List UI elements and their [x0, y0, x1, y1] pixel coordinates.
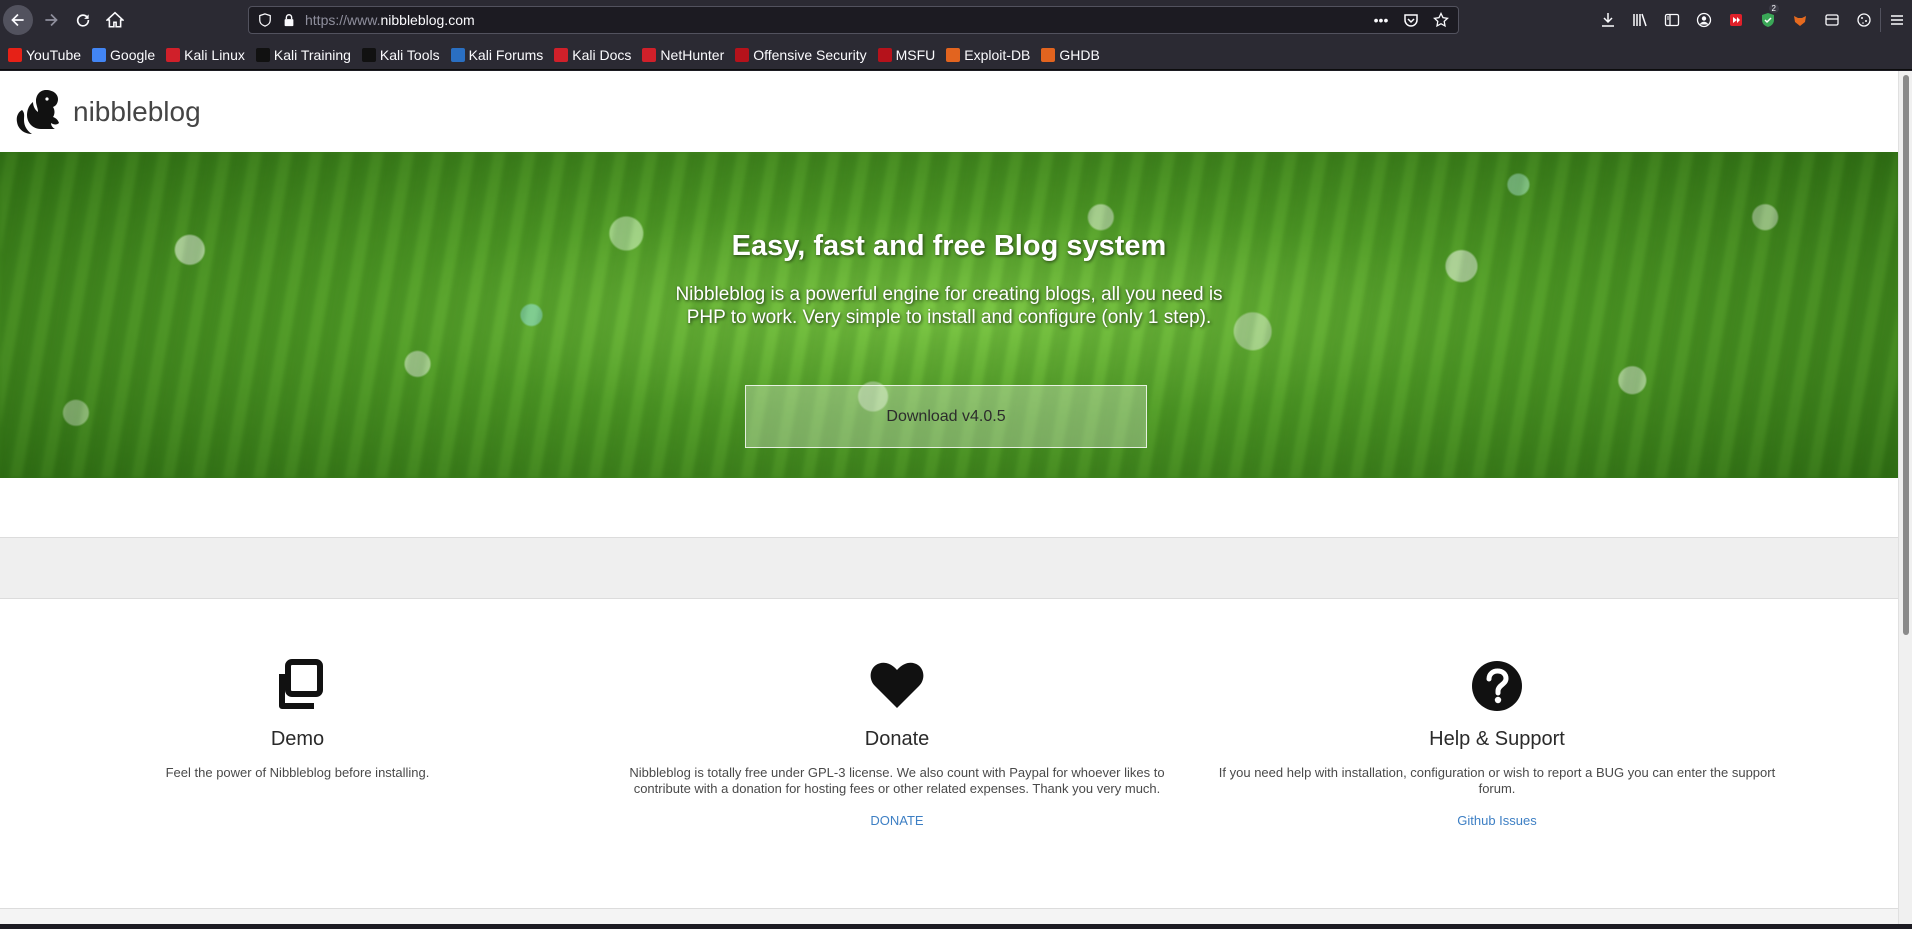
bookmark-favicon-icon	[877, 47, 892, 62]
bookmark-label: NetHunter	[660, 46, 725, 63]
feature-demo-title[interactable]: Demo	[140, 728, 455, 751]
feature-donate: Donate Nibbleblog is totally free under …	[614, 656, 1180, 830]
account-icon[interactable]	[1688, 8, 1720, 32]
feature-help: Help & Support If you need help with ins…	[1216, 656, 1778, 830]
home-icon	[106, 11, 124, 28]
feature-help-text: If you need help with installation, conf…	[1218, 765, 1776, 796]
bookmark-kali-forums[interactable]: Kali Forums	[450, 46, 544, 63]
question-circle-icon[interactable]	[1467, 656, 1527, 716]
site-title[interactable]: nibbleblog	[73, 96, 201, 128]
bookmark-label: MSFU	[895, 46, 936, 63]
extension-cookie-icon[interactable]	[1848, 8, 1880, 32]
bookmark-kali-linux[interactable]: Kali Linux	[166, 47, 245, 63]
bookmark-kali-training[interactable]: Kali Training	[255, 46, 351, 63]
copy-icon[interactable]	[268, 656, 328, 716]
page-scrollbar[interactable]	[1898, 71, 1912, 924]
bookmark-label: Exploit-DB	[964, 46, 1031, 63]
pocket-icon[interactable]	[1402, 11, 1420, 29]
download-button[interactable]: Download v4.0.5	[745, 385, 1147, 448]
bookmark-favicon-icon	[554, 47, 569, 62]
bookmark-exploit-db[interactable]: Exploit-DB	[946, 47, 1030, 63]
bookmark-google[interactable]: Google	[92, 47, 155, 63]
arrow-left-icon	[11, 13, 24, 27]
bookmark-favicon-icon	[361, 47, 376, 62]
bookmark-ghdb[interactable]: GHDB	[1041, 46, 1100, 63]
window-bottom-edge	[0, 924, 1912, 929]
bookmark-label: Kali Linux	[184, 46, 245, 63]
feature-help-title[interactable]: Help & Support	[1216, 728, 1778, 751]
feature-demo-text: Feel the power of Nibbleblog before inst…	[165, 765, 430, 780]
bookmark-favicon-icon	[735, 47, 750, 62]
donate-link[interactable]: DONATE	[870, 813, 923, 828]
bookmark-star-icon[interactable]	[1432, 11, 1450, 29]
bookmark-label: Offensive Security	[753, 46, 867, 63]
bookmark-label: GHDB	[1059, 46, 1100, 63]
bookmark-favicon-icon	[642, 47, 657, 62]
bookmark-favicon-icon	[946, 47, 961, 62]
heart-icon[interactable]	[867, 656, 927, 716]
forward-button[interactable]	[36, 5, 66, 35]
extension-badge: 2	[1768, 4, 1779, 13]
bookmark-youtube[interactable]: YouTube	[8, 47, 81, 63]
sidebar-icon[interactable]	[1656, 8, 1688, 32]
arrow-right-icon	[45, 13, 58, 27]
feature-donate-text: Nibbleblog is totally free under GPL-3 l…	[629, 765, 1165, 796]
bookmark-kali-tools[interactable]: Kali Tools	[361, 46, 440, 63]
reload-button[interactable]	[68, 5, 98, 35]
library-icon[interactable]	[1624, 8, 1656, 32]
scrollbar-thumb[interactable]	[1903, 75, 1909, 635]
back-button[interactable]	[3, 5, 33, 35]
bookmark-favicon-icon	[166, 47, 181, 62]
bookmark-favicon-icon	[450, 47, 465, 62]
home-button[interactable]	[100, 5, 130, 35]
page-viewport: nibbleblog Easy, fast and free Blog syst…	[0, 71, 1898, 924]
address-bar[interactable]: https://www.nibbleblog.com •••	[248, 6, 1459, 34]
hero-subtitle: Nibbleblog is a powerful engine for crea…	[675, 284, 1223, 328]
url-text[interactable]: https://www.nibbleblog.com	[305, 12, 475, 28]
bookmark-label: Kali Tools	[379, 46, 440, 63]
page-actions-icon[interactable]: •••	[1372, 11, 1390, 29]
bookmark-favicon-icon	[92, 47, 107, 62]
site-header: nibbleblog	[0, 71, 1898, 152]
bookmark-kali-docs[interactable]: Kali Docs	[554, 47, 631, 63]
bookmark-label: Google	[110, 46, 156, 63]
bookmarks-toolbar: YouTube Google Kali Linux Kali Training Kali…	[0, 40, 1912, 70]
extension-container-icon[interactable]	[1816, 8, 1848, 32]
browser-toolbar: https://www.nibbleblog.com ••• 2	[0, 0, 1912, 40]
bookmark-label: YouTube	[26, 46, 82, 63]
bookmark-favicon-icon	[1041, 47, 1056, 62]
extension-fox-icon[interactable]	[1784, 8, 1816, 32]
extension-red-icon[interactable]	[1720, 8, 1752, 32]
squirrel-logo-icon[interactable]	[16, 86, 62, 138]
feature-donate-title[interactable]: Donate	[614, 728, 1180, 751]
feature-demo: Demo Feel the power of Nibbleblog before…	[140, 656, 455, 781]
lock-icon[interactable]	[281, 12, 297, 28]
bookmark-nethunter[interactable]: NetHunter	[642, 47, 724, 63]
github-issues-link[interactable]: Github Issues	[1457, 813, 1537, 828]
menu-icon[interactable]	[1880, 8, 1912, 32]
tracking-shield-icon[interactable]	[257, 12, 273, 28]
extension-shield-icon[interactable]: 2	[1752, 4, 1784, 32]
bookmark-favicon-icon	[8, 47, 22, 62]
bookmark-label: Kali Docs	[572, 46, 632, 63]
reload-icon	[76, 14, 90, 27]
bookmark-label: Kali Training	[273, 46, 351, 63]
gray-band	[0, 537, 1898, 599]
bookmark-offensive-security[interactable]: Offensive Security	[735, 46, 867, 63]
downloads-icon[interactable]	[1592, 8, 1624, 32]
footer-divider	[0, 908, 1898, 924]
hero-title: Easy, fast and free Blog system	[731, 230, 1167, 262]
bookmark-msfu[interactable]: MSFU	[877, 46, 936, 63]
bookmark-favicon-icon	[255, 47, 270, 62]
bookmark-label: Kali Forums	[468, 46, 544, 63]
